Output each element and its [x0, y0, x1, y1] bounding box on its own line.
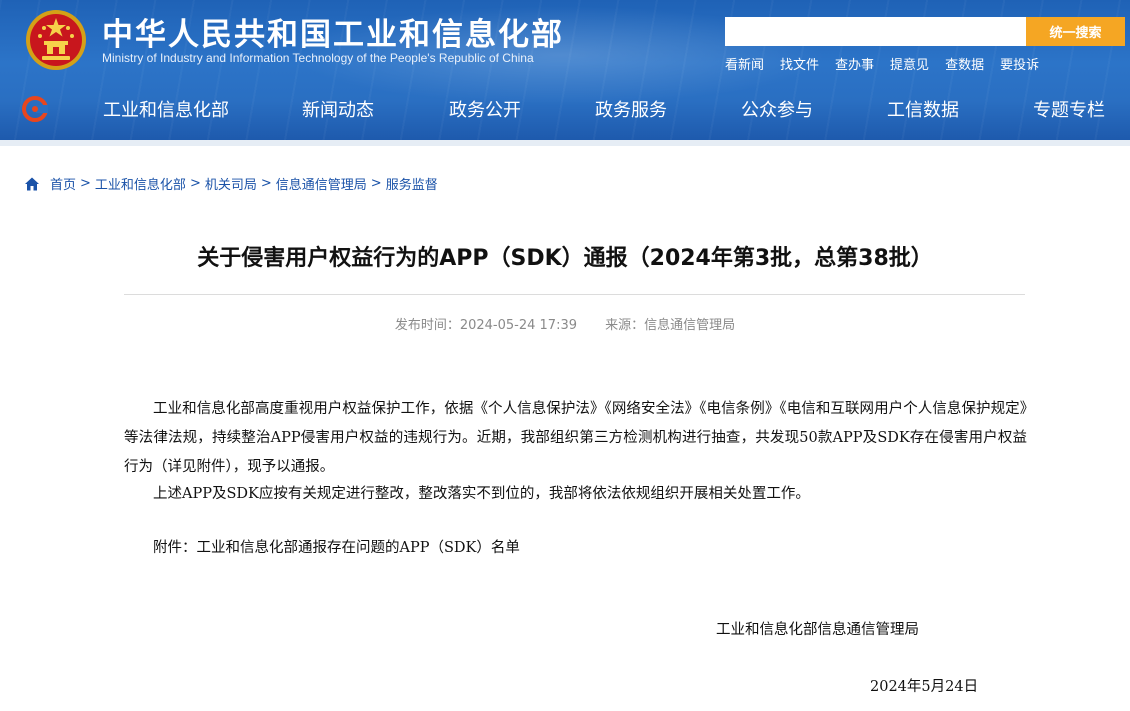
breadcrumb-service-supervision[interactable]: 服务监督: [386, 174, 438, 193]
quick-link-services[interactable]: 查办事: [835, 54, 874, 73]
nav-item-open-government[interactable]: 政务公开: [449, 96, 521, 122]
breadcrumb-departments[interactable]: 机关司局: [205, 174, 257, 193]
article-paragraph: 上述APP及SDK应按有关规定进行整改，整改落实不到位的，我部将依法依规组织开展…: [153, 486, 810, 502]
breadcrumb-home[interactable]: 首页: [50, 174, 76, 193]
nav-item-services[interactable]: 政务服务: [595, 96, 667, 122]
search-input[interactable]: [725, 17, 1026, 46]
quick-links: 看新闻 找文件 查办事 提意见 查数据 要投诉: [725, 54, 1055, 73]
signature-date: 2024年5月24日: [870, 679, 979, 695]
publish-time: 发布时间：2024-05-24 17:39: [394, 318, 577, 333]
article-title: 关于侵害用户权益行为的APP（SDK）通报（2024年第3批，总第38批）: [197, 246, 933, 271]
home-icon: [25, 177, 39, 190]
breadcrumb-ministry[interactable]: 工业和信息化部: [95, 174, 186, 193]
breadcrumb-telecom-bureau[interactable]: 信息通信管理局: [276, 174, 367, 193]
nav-item-topics[interactable]: 专题专栏: [1033, 96, 1105, 122]
breadcrumb-separator: >: [189, 176, 201, 191]
main-nav: 工业和信息化部 新闻动态 政务公开 政务服务 公众参与 工信数据 专题专栏: [0, 88, 1130, 128]
breadcrumb: 首页 > 工业和信息化部 > 机关司局 > 信息通信管理局 > 服务监督: [24, 174, 438, 193]
nav-item-ministry[interactable]: 工业和信息化部: [103, 96, 229, 122]
article-paragraph: 工业和信息化部高度重视用户权益保护工作，依据《个人信息保护法》《网络安全法》《电…: [124, 401, 1027, 475]
quick-link-documents[interactable]: 找文件: [780, 54, 819, 73]
nav-item-participation[interactable]: 公众参与: [741, 96, 813, 122]
miit-logo-icon[interactable]: [22, 96, 48, 122]
quick-link-feedback[interactable]: 提意见: [890, 54, 929, 73]
nav-item-news[interactable]: 新闻动态: [302, 96, 374, 122]
site-subtitle: Ministry of Industry and Information Tec…: [102, 51, 534, 65]
breadcrumb-separator: >: [80, 176, 91, 191]
header-divider: [0, 140, 1130, 146]
site-title[interactable]: 中华人民共和国工业和信息化部: [102, 9, 564, 54]
national-emblem-icon[interactable]: [24, 8, 88, 72]
quick-link-data[interactable]: 查数据: [945, 54, 984, 73]
quick-link-complaint[interactable]: 要投诉: [1000, 54, 1039, 73]
quick-link-news[interactable]: 看新闻: [725, 54, 764, 73]
site-header: 中华人民共和国工业和信息化部 Ministry of Industry and …: [0, 0, 1130, 140]
attachment-link[interactable]: 附件：工业和信息化部通报存在问题的APP（SDK）名单: [124, 534, 1027, 563]
article-source: 来源：信息通信管理局: [605, 318, 736, 333]
breadcrumb-separator: >: [370, 176, 382, 191]
article-meta: 发布时间：2024-05-24 17:39 来源：信息通信管理局: [0, 314, 1130, 333]
breadcrumb-separator: >: [260, 176, 272, 191]
nav-item-data[interactable]: 工信数据: [887, 96, 959, 122]
title-divider: [124, 294, 1025, 295]
signature-organization: 工业和信息化部信息通信管理局: [716, 622, 919, 638]
search-button[interactable]: 统一搜索: [1026, 17, 1125, 46]
